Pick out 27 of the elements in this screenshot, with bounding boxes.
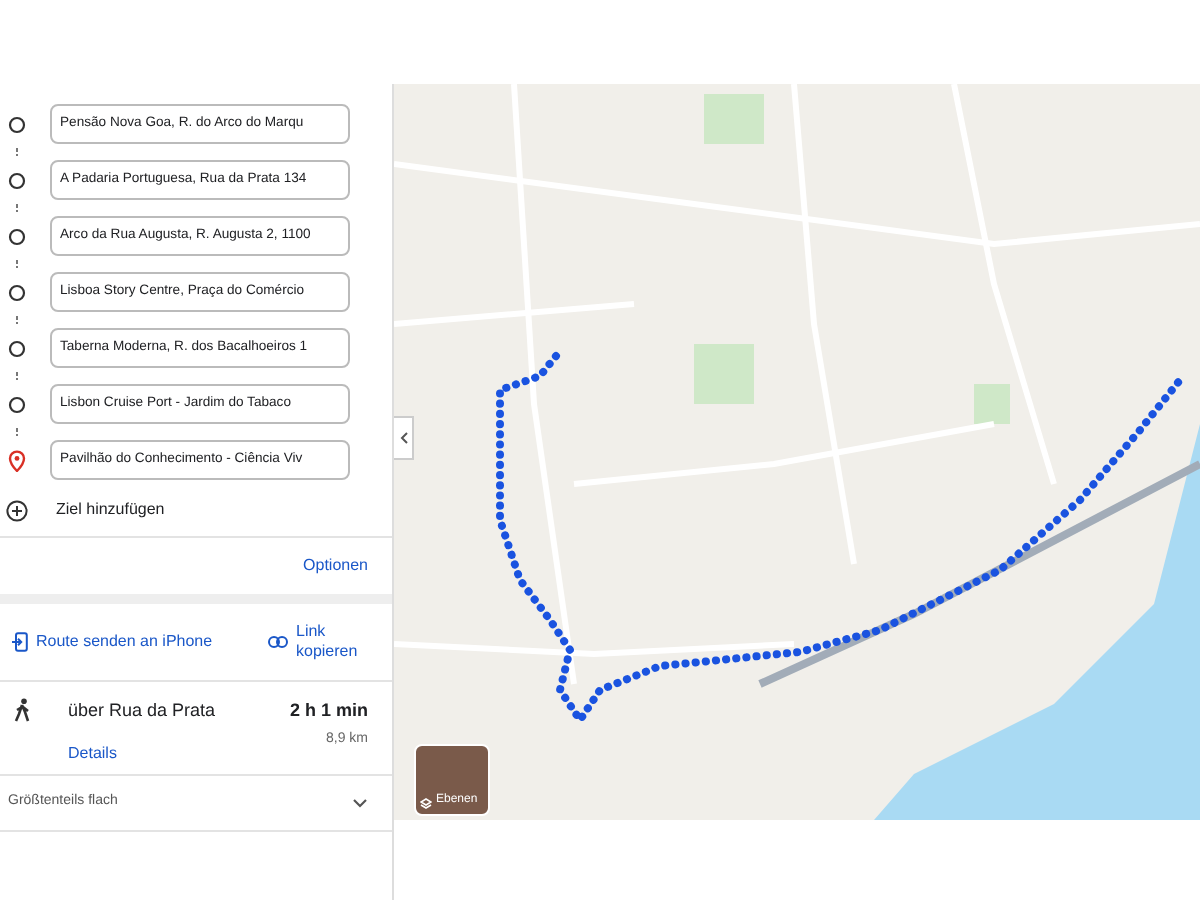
circle-icon	[8, 171, 26, 189]
copy-link[interactable]: Link kopieren	[268, 621, 364, 663]
details-link[interactable]: Details	[68, 741, 117, 765]
dotted-connector	[16, 428, 18, 436]
circle-icon	[8, 115, 26, 133]
circle-icon	[8, 395, 26, 413]
location-pin-icon	[8, 449, 26, 471]
chevron-left-icon	[399, 432, 407, 444]
walking-person-icon	[12, 698, 32, 722]
layers-icon	[420, 798, 432, 810]
add-destination-link[interactable]: Ziel hinzufügen	[56, 498, 165, 522]
collapse-panel-button[interactable]	[394, 416, 414, 460]
route-name: über Rua da Prata	[68, 698, 218, 724]
circle-icon	[8, 339, 26, 357]
dotted-connector	[16, 316, 18, 324]
add-icon[interactable]	[6, 499, 28, 521]
link-icon	[268, 636, 288, 648]
dotted-connector	[16, 372, 18, 380]
circle-icon	[8, 283, 26, 301]
route-duration: 2 h 1 min	[289, 698, 368, 724]
circle-icon	[8, 227, 26, 245]
send-to-device-icon	[12, 632, 28, 652]
options-link[interactable]: Optionen	[303, 554, 368, 578]
dotted-connector	[16, 204, 18, 212]
dotted-connector	[16, 148, 18, 156]
send-to-phone-link[interactable]: Route senden an iPhone	[12, 630, 268, 654]
dotted-connector	[16, 260, 18, 268]
